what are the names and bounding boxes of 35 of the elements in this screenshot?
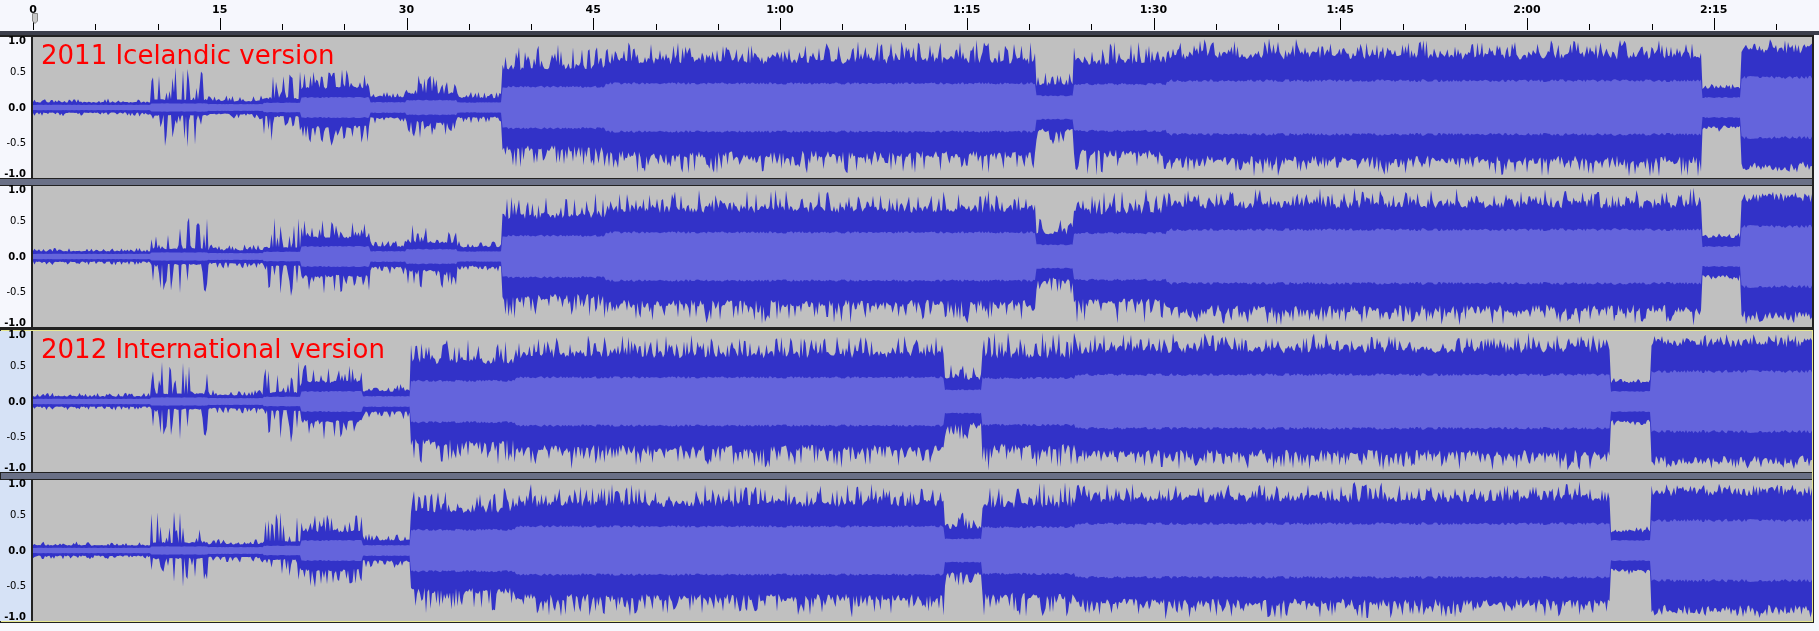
time-label: 1:00 — [766, 3, 794, 16]
amplitude-label: -1.0 — [4, 169, 26, 179]
amplitude-label: -0.5 — [6, 580, 26, 591]
amplitude-label: 0.5 — [10, 216, 26, 227]
amplitude-label: 0.5 — [10, 67, 26, 78]
audio-track[interactable]: 1.0 0.5 0.0 -0.5 -1.0 2012 International version 1.0 0.5 0.0 -0.5 -1.0 — [0, 329, 1814, 623]
amplitude-label: -0.5 — [6, 286, 26, 297]
amplitude-label: 1.0 — [8, 36, 26, 46]
time-label: 30 — [398, 3, 415, 16]
track-title: 2012 International version — [41, 333, 385, 365]
amplitude-label: -1.0 — [4, 463, 26, 473]
amplitude-label: 1.0 — [8, 479, 26, 489]
amplitude-label: 0.0 — [8, 396, 26, 407]
playhead-icon[interactable] — [32, 13, 38, 24]
time-label: 1:15 — [953, 3, 981, 16]
time-label: 2:15 — [1700, 3, 1728, 16]
amplitude-label: 0.0 — [8, 251, 26, 262]
amplitude-label: -0.5 — [6, 431, 26, 442]
amplitude-label: 1.0 — [8, 330, 26, 340]
amplitude-label: -1.0 — [4, 318, 26, 328]
time-label: 15 — [212, 3, 228, 16]
time-label: 45 — [585, 3, 601, 16]
amplitude-label: -1.0 — [4, 612, 26, 622]
amplitude-label: 0.5 — [10, 510, 26, 521]
time-label: 1:45 — [1326, 3, 1354, 16]
time-label: 2:00 — [1513, 3, 1541, 16]
audio-track[interactable]: 1.0 0.5 0.0 -0.5 -1.0 2011 Icelandic version 1.0 0.5 0.0 -0.5 -1.0 — [0, 35, 1814, 329]
amplitude-label: 0.5 — [10, 361, 26, 372]
amplitude-label: 1.0 — [8, 185, 26, 195]
amplitude-label: -0.5 — [6, 137, 26, 148]
time-label: 1:30 — [1139, 3, 1168, 16]
amplitude-label: 0.0 — [8, 545, 26, 556]
time-label: 0 — [29, 3, 37, 16]
amplitude-label: 0.0 — [8, 102, 26, 113]
track-title: 2011 Icelandic version — [41, 39, 335, 71]
